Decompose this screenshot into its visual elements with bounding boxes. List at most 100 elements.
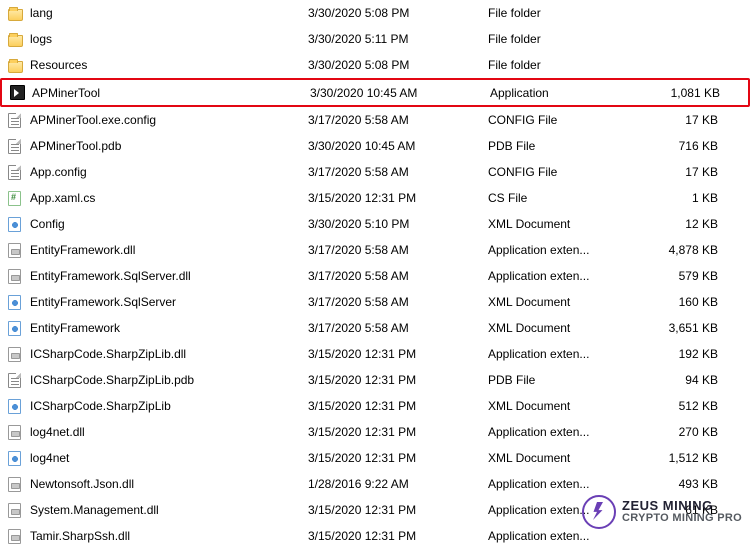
file-date-modified: 3/15/2020 12:31 PM bbox=[308, 529, 488, 543]
file-name: log4net bbox=[30, 451, 308, 465]
file-size: 160 KB bbox=[628, 295, 718, 309]
file-row[interactable]: log4net.dll3/15/2020 12:31 PMApplication… bbox=[0, 419, 750, 445]
file-date-modified: 3/17/2020 5:58 AM bbox=[308, 165, 488, 179]
file-type: Application exten... bbox=[488, 243, 628, 257]
folder-icon bbox=[8, 6, 30, 21]
file-date-modified: 3/17/2020 5:58 AM bbox=[308, 295, 488, 309]
file-size: 3,651 KB bbox=[628, 321, 718, 335]
xml-file-icon bbox=[8, 399, 30, 414]
file-date-modified: 3/15/2020 12:31 PM bbox=[308, 503, 488, 517]
file-date-modified: 3/17/2020 5:58 AM bbox=[308, 113, 488, 127]
file-date-modified: 3/30/2020 5:10 PM bbox=[308, 217, 488, 231]
file-size: 94 KB bbox=[628, 373, 718, 387]
file-row[interactable]: EntityFramework.SqlServer3/17/2020 5:58 … bbox=[0, 289, 750, 315]
file-row[interactable]: APMinerTool.exe.config3/17/2020 5:58 AMC… bbox=[0, 107, 750, 133]
file-date-modified: 3/15/2020 12:31 PM bbox=[308, 451, 488, 465]
file-date-modified: 1/28/2016 9:22 AM bbox=[308, 477, 488, 491]
dll-file-icon bbox=[8, 529, 30, 544]
dll-file-icon bbox=[8, 503, 30, 518]
dll-file-icon bbox=[8, 477, 30, 492]
csharp-file-icon bbox=[8, 191, 30, 206]
file-row[interactable]: System.Management.dll3/15/2020 12:31 PMA… bbox=[0, 497, 750, 523]
file-size: 512 KB bbox=[628, 399, 718, 413]
file-type: XML Document bbox=[488, 451, 628, 465]
file-size: 1,081 KB bbox=[630, 86, 720, 100]
file-row[interactable]: ICSharpCode.SharpZipLib.pdb3/15/2020 12:… bbox=[0, 367, 750, 393]
file-type: Application exten... bbox=[488, 503, 628, 517]
file-name: System.Management.dll bbox=[30, 503, 308, 517]
file-icon bbox=[8, 165, 30, 180]
file-date-modified: 3/30/2020 5:08 PM bbox=[308, 6, 488, 20]
file-row[interactable]: logs3/30/2020 5:11 PMFile folder bbox=[0, 26, 750, 52]
file-size: 1,512 KB bbox=[628, 451, 718, 465]
file-type: Application exten... bbox=[488, 347, 628, 361]
file-name: logs bbox=[30, 32, 308, 46]
file-date-modified: 3/17/2020 5:58 AM bbox=[308, 269, 488, 283]
file-date-modified: 3/17/2020 5:58 AM bbox=[308, 243, 488, 257]
folder-icon bbox=[8, 58, 30, 73]
file-type: File folder bbox=[488, 58, 628, 72]
file-row[interactable]: Newtonsoft.Json.dll1/28/2016 9:22 AMAppl… bbox=[0, 471, 750, 497]
file-name: ICSharpCode.SharpZipLib.dll bbox=[30, 347, 308, 361]
file-name: ICSharpCode.SharpZipLib bbox=[30, 399, 308, 413]
file-row[interactable]: App.config3/17/2020 5:58 AMCONFIG File17… bbox=[0, 159, 750, 185]
xml-file-icon bbox=[8, 217, 30, 232]
file-row[interactable]: lang3/30/2020 5:08 PMFile folder bbox=[0, 0, 750, 26]
file-row[interactable]: App.xaml.cs3/15/2020 12:31 PMCS File1 KB bbox=[0, 185, 750, 211]
file-row[interactable]: EntityFramework.dll3/17/2020 5:58 AMAppl… bbox=[0, 237, 750, 263]
file-type: CS File bbox=[488, 191, 628, 205]
file-row[interactable]: Config3/30/2020 5:10 PMXML Document12 KB bbox=[0, 211, 750, 237]
file-type: XML Document bbox=[488, 217, 628, 231]
file-name: Config bbox=[30, 217, 308, 231]
file-date-modified: 3/30/2020 10:45 AM bbox=[310, 86, 490, 100]
file-name: APMinerTool.pdb bbox=[30, 139, 308, 153]
file-row[interactable]: log4net3/15/2020 12:31 PMXML Document1,5… bbox=[0, 445, 750, 471]
file-icon bbox=[8, 373, 30, 388]
file-name: App.config bbox=[30, 165, 308, 179]
file-row[interactable]: APMinerTool3/30/2020 10:45 AMApplication… bbox=[0, 78, 750, 107]
file-size: 579 KB bbox=[628, 269, 718, 283]
file-type: Application bbox=[490, 86, 630, 100]
dll-file-icon bbox=[8, 347, 30, 362]
file-name: Tamir.SharpSsh.dll bbox=[30, 529, 308, 543]
dll-file-icon bbox=[8, 269, 30, 284]
file-row[interactable]: EntityFramework.SqlServer.dll3/17/2020 5… bbox=[0, 263, 750, 289]
file-type: File folder bbox=[488, 6, 628, 20]
file-row[interactable]: EntityFramework3/17/2020 5:58 AMXML Docu… bbox=[0, 315, 750, 341]
file-size: 17 KB bbox=[628, 113, 718, 127]
file-row[interactable]: Resources3/30/2020 5:08 PMFile folder bbox=[0, 52, 750, 78]
file-type: XML Document bbox=[488, 321, 628, 335]
file-name: EntityFramework.SqlServer bbox=[30, 295, 308, 309]
file-type: CONFIG File bbox=[488, 165, 628, 179]
file-icon bbox=[8, 113, 30, 128]
file-name: APMinerTool.exe.config bbox=[30, 113, 308, 127]
folder-icon bbox=[8, 32, 30, 47]
file-size: 192 KB bbox=[628, 347, 718, 361]
file-date-modified: 3/15/2020 12:31 PM bbox=[308, 191, 488, 205]
file-icon bbox=[8, 139, 30, 154]
file-date-modified: 3/15/2020 12:31 PM bbox=[308, 399, 488, 413]
file-size: 270 KB bbox=[628, 425, 718, 439]
file-type: Application exten... bbox=[488, 529, 628, 543]
application-icon bbox=[10, 85, 32, 100]
file-date-modified: 3/15/2020 12:31 PM bbox=[308, 347, 488, 361]
file-type: XML Document bbox=[488, 295, 628, 309]
file-name: APMinerTool bbox=[32, 86, 310, 100]
file-row[interactable]: ICSharpCode.SharpZipLib.dll3/15/2020 12:… bbox=[0, 341, 750, 367]
file-name: log4net.dll bbox=[30, 425, 308, 439]
file-row[interactable]: APMinerTool.pdb3/30/2020 10:45 AMPDB Fil… bbox=[0, 133, 750, 159]
file-size: 493 KB bbox=[628, 477, 718, 491]
file-size: 61 KB bbox=[628, 503, 718, 517]
file-type: Application exten... bbox=[488, 269, 628, 283]
file-name: EntityFramework.dll bbox=[30, 243, 308, 257]
file-row[interactable]: Tamir.SharpSsh.dll3/15/2020 12:31 PMAppl… bbox=[0, 523, 750, 549]
file-list: lang3/30/2020 5:08 PMFile folderlogs3/30… bbox=[0, 0, 750, 549]
file-type: Application exten... bbox=[488, 425, 628, 439]
file-date-modified: 3/15/2020 12:31 PM bbox=[308, 373, 488, 387]
file-size: 1 KB bbox=[628, 191, 718, 205]
file-row[interactable]: ICSharpCode.SharpZipLib3/15/2020 12:31 P… bbox=[0, 393, 750, 419]
file-type: PDB File bbox=[488, 139, 628, 153]
file-date-modified: 3/17/2020 5:58 AM bbox=[308, 321, 488, 335]
xml-file-icon bbox=[8, 451, 30, 466]
file-type: CONFIG File bbox=[488, 113, 628, 127]
